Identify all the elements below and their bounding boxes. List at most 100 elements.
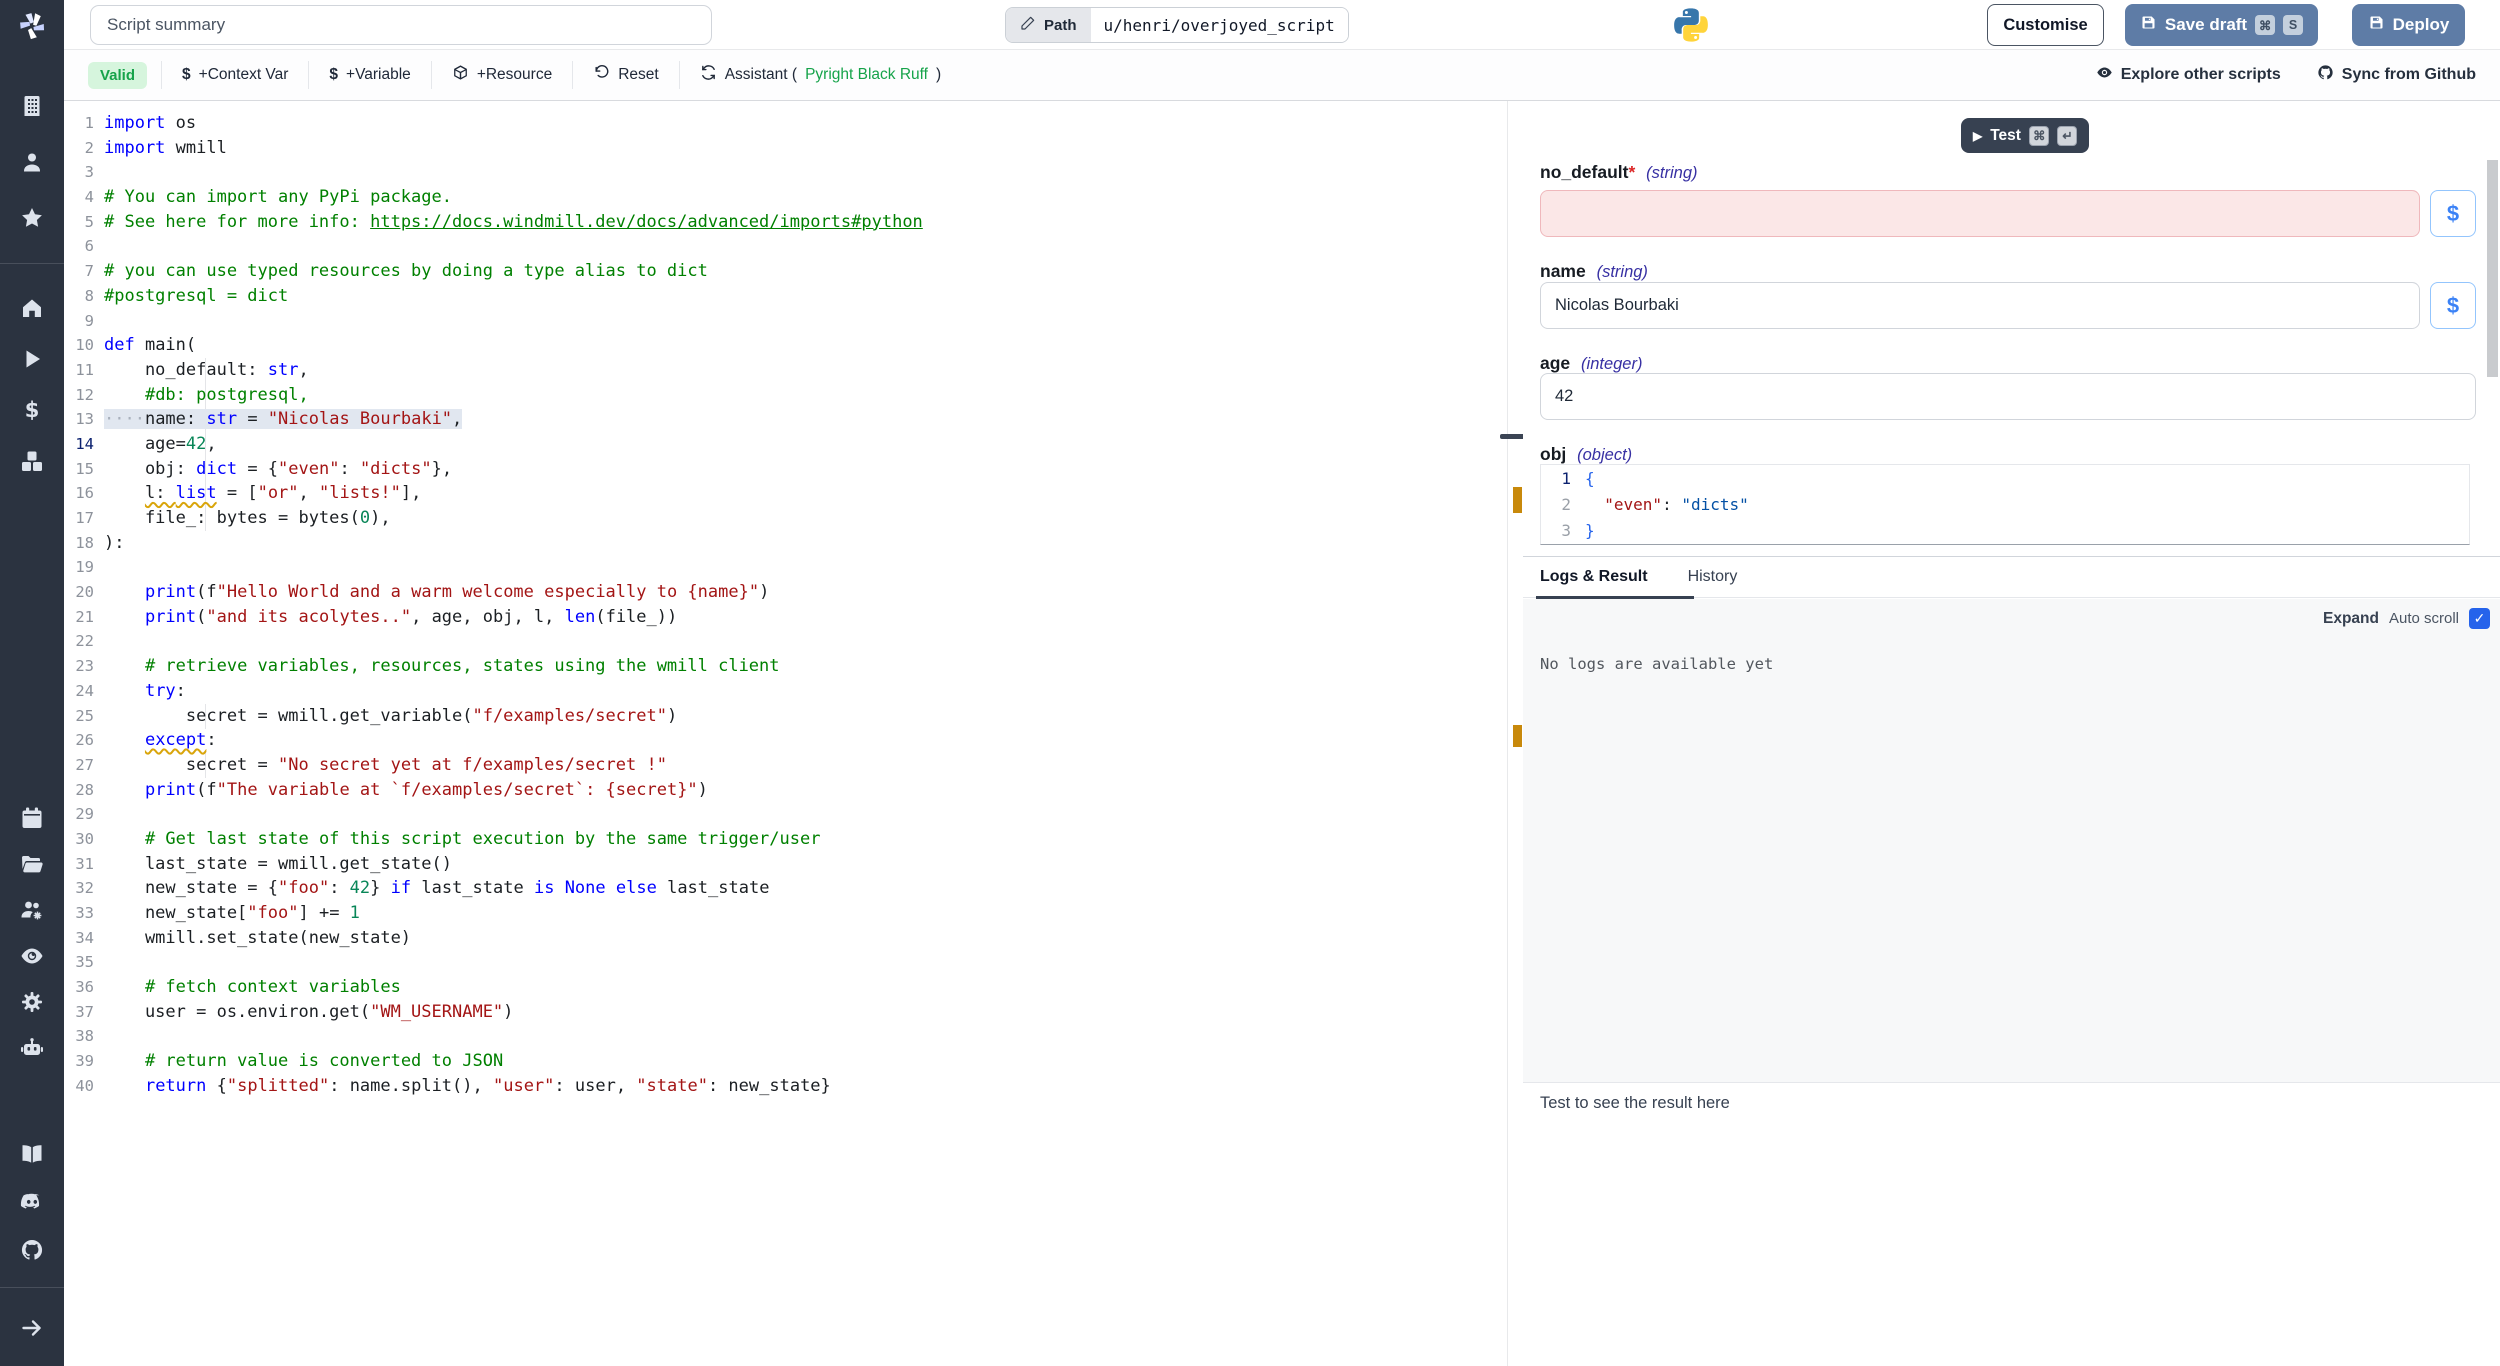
sidebar-item-discord[interactable] <box>20 1190 44 1214</box>
sidebar-item-arrow-right[interactable] <box>20 1316 44 1340</box>
assistant-refresh-icon <box>700 64 717 86</box>
code-line: 16 l: list = ["or", "lists!"], <box>64 481 1507 506</box>
code-line: 14 age=42, <box>64 432 1507 457</box>
sidebar-item-building[interactable] <box>20 94 44 118</box>
test-button[interactable]: ▶ Test ⌘ ↵ <box>1961 118 2089 153</box>
cmd-key-badge: ⌘ <box>2255 15 2275 35</box>
line-number: 34 <box>64 926 100 951</box>
sidebar-item-calendar[interactable] <box>20 806 44 830</box>
code-line: 24 try: <box>64 679 1507 704</box>
line-number: 9 <box>64 309 100 334</box>
line-number: 14 <box>64 432 100 457</box>
code-line: 11 no_default: str, <box>64 358 1507 383</box>
code-line: 34 wmill.set_state(new_state) <box>64 926 1507 951</box>
line-number: 7 <box>64 259 100 284</box>
code-line: 18): <box>64 531 1507 556</box>
line-number: 11 <box>64 358 100 383</box>
sidebar-item-github[interactable] <box>20 1238 44 1262</box>
package-icon <box>452 64 469 86</box>
pencil-icon <box>1020 15 1036 35</box>
tab-history[interactable]: History <box>1688 568 1738 586</box>
add-variable-button[interactable]: $ +Variable <box>309 66 430 84</box>
code-line: 2 "even": "dicts" <box>1541 492 2469 518</box>
line-number: 22 <box>64 629 100 654</box>
add-context-var-button[interactable]: $ +Context Var <box>162 66 308 84</box>
age-input[interactable] <box>1540 373 2476 420</box>
sidebar-item-play[interactable] <box>20 347 44 371</box>
line-number: 12 <box>64 383 100 408</box>
script-summary-input[interactable] <box>90 5 712 45</box>
sync-from-github-button[interactable]: Sync from Github <box>2317 64 2476 86</box>
windmill-script-editor: $ Path u/henri/overjoyed_script Customis… <box>0 0 2500 1366</box>
code-line: 7# you can use typed resources by doing … <box>64 259 1507 284</box>
code-line: 1{ <box>1541 466 2469 492</box>
autoscroll-label: Auto scroll <box>2389 610 2459 627</box>
add-resource-button[interactable]: +Resource <box>432 64 572 86</box>
line-number: 15 <box>64 457 100 482</box>
field-label-obj: obj (object) <box>1540 444 1632 465</box>
line-number: 17 <box>64 506 100 531</box>
code-line: 28 print(f"The variable at `f/examples/s… <box>64 778 1507 803</box>
sidebar-item-star[interactable] <box>20 206 44 230</box>
sidebar-item-eye[interactable] <box>20 944 44 968</box>
insert-variable-button[interactable]: $ <box>2430 282 2476 329</box>
code-line: 36 # fetch context variables <box>64 975 1507 1000</box>
sidebar-item-robot[interactable] <box>20 1036 44 1060</box>
line-number: 1 <box>64 111 100 136</box>
sidebar-item-home[interactable] <box>20 296 44 320</box>
line-number: 25 <box>64 704 100 729</box>
line-number: 16 <box>64 481 100 506</box>
bottom-tabs: Logs & Result History <box>1523 557 2500 598</box>
required-star: * <box>1628 162 1635 182</box>
line-number: 13 <box>64 407 100 432</box>
dollar-icon: $ <box>182 66 191 84</box>
line-number: 32 <box>64 876 100 901</box>
warning-marker <box>1513 725 1522 747</box>
no-default-input[interactable] <box>1540 190 2420 237</box>
sidebar-divider <box>0 263 64 264</box>
code-line: 37 user = os.environ.get("WM_USERNAME") <box>64 1000 1507 1025</box>
line-number: 26 <box>64 728 100 753</box>
explore-other-scripts-button[interactable]: Explore other scripts <box>2096 64 2281 86</box>
code-line: 32 new_state = {"foo": 42} if last_state… <box>64 876 1507 901</box>
field-type: (object) <box>1577 446 1632 464</box>
path-label: Path <box>1006 8 1091 42</box>
line-number: 4 <box>64 185 100 210</box>
obj-json-editor[interactable]: 1{2 "even": "dicts"3} <box>1540 464 2470 545</box>
panel-scrollbar-thumb[interactable] <box>2487 160 2498 377</box>
windmill-logo[interactable] <box>15 9 49 43</box>
sidebar-item-book[interactable] <box>20 1142 44 1166</box>
deploy-button[interactable]: Deploy <box>2352 4 2465 46</box>
path-editor[interactable]: Path u/henri/overjoyed_script <box>1005 7 1349 43</box>
name-input[interactable] <box>1540 282 2420 329</box>
sidebar-item-cubes[interactable] <box>20 449 44 473</box>
customise-button[interactable]: Customise <box>1987 4 2104 46</box>
sidebar-item-user[interactable] <box>20 150 44 174</box>
code-editor[interactable]: 1import os2import wmill34# You can impor… <box>64 101 1508 1366</box>
sidebar-item-gear[interactable] <box>20 990 44 1014</box>
line-number: 31 <box>64 852 100 877</box>
line-number: 40 <box>64 1074 100 1099</box>
expand-button[interactable]: Expand <box>2323 610 2379 628</box>
save-draft-button[interactable]: Save draft ⌘ S <box>2125 4 2318 46</box>
sidebar-item-folder[interactable] <box>20 852 44 876</box>
sidebar-item-dollar[interactable]: $ <box>20 398 44 422</box>
assistant-button[interactable]: Assistant (Pyright Black Ruff) <box>680 64 961 86</box>
dollar-icon: $ <box>329 66 338 84</box>
code-line: 27 secret = "No secret yet at f/examples… <box>64 753 1507 778</box>
code-line: 39 # return value is converted to JSON <box>64 1049 1507 1074</box>
autoscroll-checkbox[interactable]: ✓ <box>2469 608 2490 629</box>
result-panel: Test to see the result here <box>1523 1084 2500 1366</box>
line-number: 21 <box>64 605 100 630</box>
field-type: (string) <box>1597 263 1648 281</box>
eye-icon <box>2096 64 2113 86</box>
sidebar-item-user-group[interactable] <box>20 898 44 922</box>
sidebar-divider <box>0 1287 64 1288</box>
code-line: 22 <box>64 629 1507 654</box>
floppy-icon <box>2368 14 2385 36</box>
insert-variable-button[interactable]: $ <box>2430 190 2476 237</box>
tab-logs-result[interactable]: Logs & Result <box>1540 568 1648 586</box>
line-number: 29 <box>64 802 100 827</box>
reset-button[interactable]: Reset <box>573 64 679 86</box>
line-number: 23 <box>64 654 100 679</box>
